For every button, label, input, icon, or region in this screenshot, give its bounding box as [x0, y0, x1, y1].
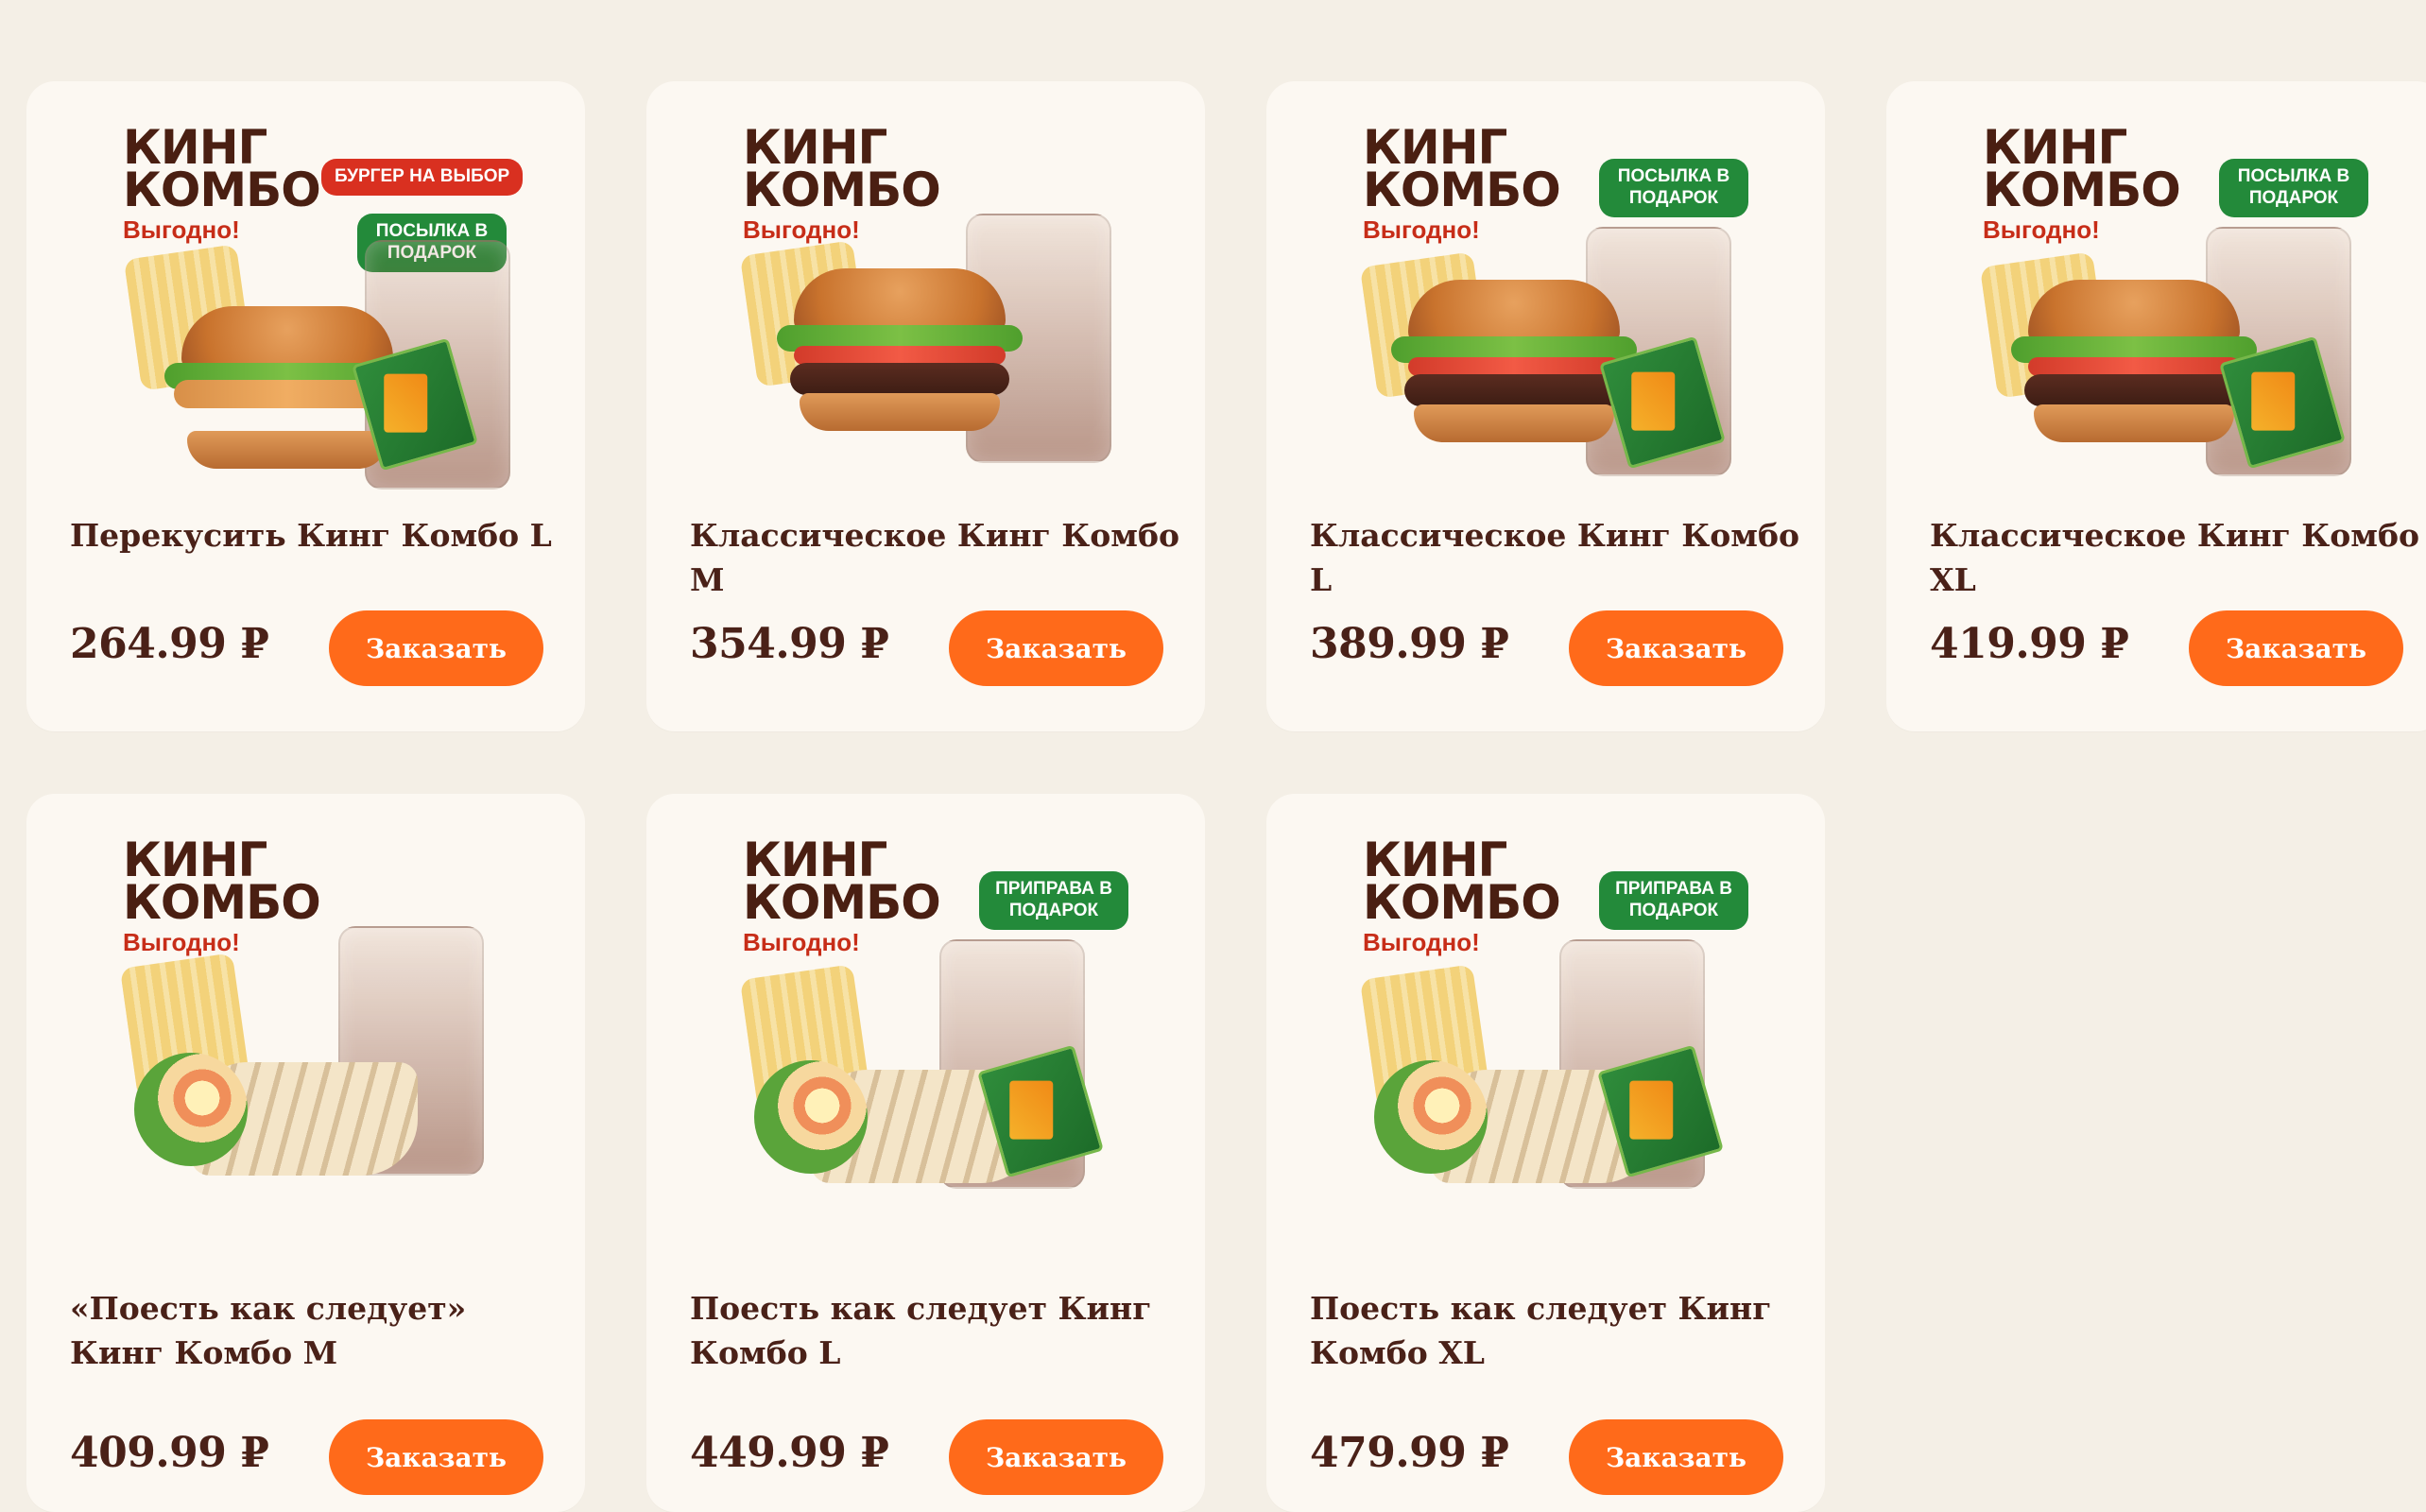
combo-brand: КИНГ КОМБО Выгодно!	[743, 836, 941, 956]
order-button[interactable]: Заказать	[329, 610, 543, 686]
product-card[interactable]: КИНГ КОМБО Выгодно! «Поесть как следует»…	[26, 794, 585, 1512]
promo-badge: ПРИПРАВА В ПОДАРОК	[1599, 871, 1748, 930]
product-price: 419.99 ₽	[1930, 620, 2129, 668]
brand-tag: Выгодно!	[743, 928, 860, 956]
product-title: Поесть как следует Кинг Комбо XL	[1310, 1290, 1772, 1371]
product-visual: КИНГ КОМБО Выгодно!	[119, 836, 518, 1198]
product-visual: КИНГ КОМБО Выгодно! ПОСЫЛКА В ПОДАРОК	[1359, 124, 1758, 486]
promo-badge: ПОСЫЛКА В ПОДАРОК	[1599, 159, 1748, 217]
combo-brand: КИНГ КОМБО Выгодно!	[743, 124, 941, 244]
brand-title-bottom: КОМБО	[123, 163, 321, 217]
product-price: 354.99 ₽	[690, 620, 889, 668]
product-price: 449.99 ₽	[690, 1429, 889, 1477]
product-card[interactable]: КИНГ КОМБО Выгодно! ПОСЫЛКА В ПОДАРОК Кл…	[1886, 81, 2426, 731]
brand-tag: Выгодно!	[743, 215, 860, 244]
product-price: 409.99 ₽	[70, 1429, 269, 1477]
product-title: Классическое Кинг Комбо L	[1310, 517, 1799, 598]
product-title: Классическое Кинг Комбо M	[690, 517, 1179, 598]
product-card[interactable]: КИНГ КОМБО Выгодно! ПРИПРАВА В ПОДАРОК П…	[646, 794, 1205, 1512]
product-card[interactable]: КИНГ КОМБО Выгодно! БУРГЕР НА ВЫБОР ПОСЫ…	[26, 81, 585, 731]
promo-badge: БУРГЕР НА ВЫБОР	[321, 159, 524, 196]
burger-icon	[777, 268, 1023, 438]
brand-title-bottom: КОМБО	[1363, 163, 1561, 217]
promo-badge: ПРИПРАВА В ПОДАРОК	[979, 871, 1128, 930]
brand-title-bottom: КОМБО	[123, 875, 321, 930]
product-visual: КИНГ КОМБО Выгодно! ПОСЫЛКА В ПОДАРОК	[1979, 124, 2378, 486]
product-price: 264.99 ₽	[70, 620, 269, 668]
order-button[interactable]: Заказать	[329, 1419, 543, 1495]
combo-brand: КИНГ КОМБО Выгодно!	[1363, 124, 1561, 244]
product-title: Классическое Кинг Комбо XL	[1930, 517, 2419, 598]
brand-tag: Выгодно!	[1363, 928, 1480, 956]
product-price: 389.99 ₽	[1310, 620, 1509, 668]
order-button[interactable]: Заказать	[2189, 610, 2403, 686]
brand-tag: Выгодно!	[123, 928, 240, 956]
wrap-icon	[134, 1034, 418, 1176]
brand-title-bottom: КОМБО	[743, 875, 941, 930]
brand-title-bottom: КОМБО	[1983, 163, 2181, 217]
order-button[interactable]: Заказать	[1569, 1419, 1783, 1495]
combo-brand: КИНГ КОМБО Выгодно!	[1363, 836, 1561, 956]
product-card[interactable]: КИНГ КОМБО Выгодно! ПОСЫЛКА В ПОДАРОК Кл…	[1266, 81, 1825, 731]
product-price: 479.99 ₽	[1310, 1429, 1509, 1477]
brand-tag: Выгодно!	[123, 215, 240, 244]
product-card[interactable]: КИНГ КОМБО Выгодно! Классическое Кинг Ко…	[646, 81, 1205, 731]
combo-brand: КИНГ КОМБО Выгодно!	[123, 124, 321, 244]
product-card[interactable]: КИНГ КОМБО Выгодно! ПРИПРАВА В ПОДАРОК П…	[1266, 794, 1825, 1512]
brand-title-bottom: КОМБО	[1363, 875, 1561, 930]
product-visual: КИНГ КОМБО Выгодно!	[739, 124, 1138, 486]
product-visual: КИНГ КОМБО Выгодно! БУРГЕР НА ВЫБОР ПОСЫ…	[121, 124, 524, 490]
combo-brand: КИНГ КОМБО Выгодно!	[123, 836, 321, 956]
brand-tag: Выгодно!	[1363, 215, 1480, 244]
product-title: Поесть как следует Кинг Комбо L	[690, 1290, 1152, 1371]
order-button[interactable]: Заказать	[1569, 610, 1783, 686]
brand-title-bottom: КОМБО	[743, 163, 941, 217]
product-title: «Поесть как следует» Кинг Комбо M	[70, 1290, 467, 1371]
product-visual: КИНГ КОМБО Выгодно! ПРИПРАВА В ПОДАРОК	[739, 836, 1138, 1198]
order-button[interactable]: Заказать	[949, 1419, 1163, 1495]
combo-brand: КИНГ КОМБО Выгодно!	[1983, 124, 2181, 244]
promo-badge: ПОСЫЛКА В ПОДАРОК	[2219, 159, 2368, 217]
order-button[interactable]: Заказать	[949, 610, 1163, 686]
product-visual: КИНГ КОМБО Выгодно! ПРИПРАВА В ПОДАРОК	[1359, 836, 1758, 1198]
product-title: Перекусить Кинг Комбо L	[70, 517, 552, 554]
brand-tag: Выгодно!	[1983, 215, 2100, 244]
